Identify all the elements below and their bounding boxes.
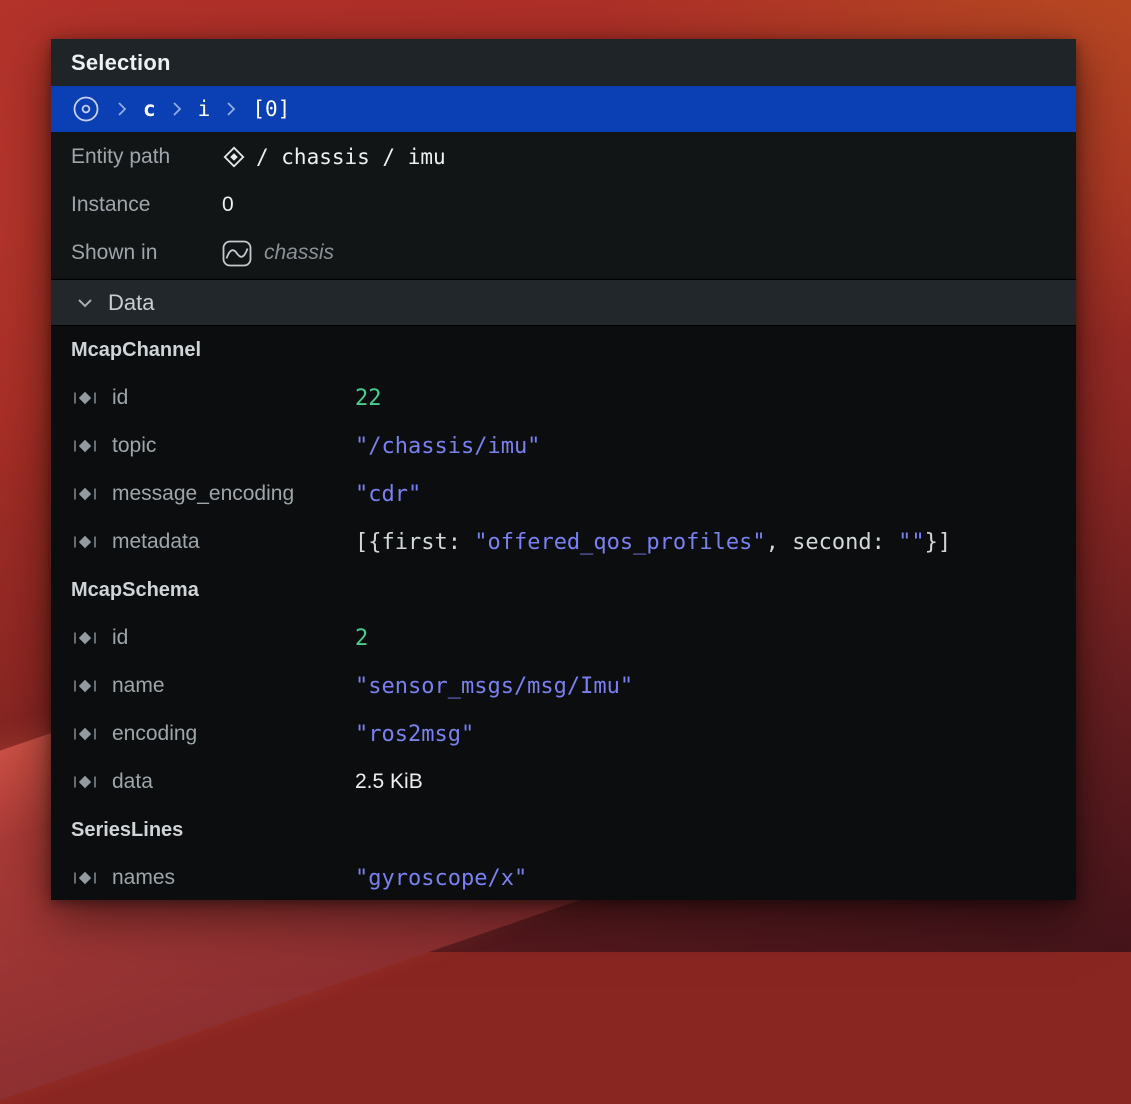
archetype-heading-mcapchannel: McapChannel [51,326,1076,374]
chevron-right-icon [116,99,128,119]
entity-path-value[interactable]: / chassis / imu [222,145,446,169]
chevron-right-icon [225,99,237,119]
field-value: 22 [355,386,382,411]
heading-text: McapSchema [71,579,199,602]
metadata-syntax: }] [925,530,952,555]
field-label: topic [112,434,355,458]
component-icon [72,386,98,410]
metadata-syntax: [{first: [355,530,474,555]
field-value: "sensor_msgs/msg/Imu" [355,674,633,699]
recording-icon[interactable] [71,94,101,124]
field-row-names: names "gyroscope/x" [51,854,1076,900]
field-label: metadata [112,530,355,554]
field-row-message-encoding: message_encoding "cdr" [51,470,1076,518]
field-row-name: name "sensor_msgs/msg/Imu" [51,662,1076,710]
field-value: "cdr" [355,482,421,507]
instance-value: 0 [222,193,234,217]
field-label: data [112,770,355,794]
panel-title: Selection [71,50,171,76]
archetype-heading-serieslines: SeriesLines [51,806,1076,854]
chevron-right-icon [171,99,183,119]
breadcrumb-item-chassis[interactable]: c [143,99,156,120]
breadcrumb: c i [0] [51,86,1076,132]
data-section-header[interactable]: Data [51,279,1076,326]
component-icon [72,482,98,506]
instance-row: Instance 0 [51,181,1076,229]
component-icon [72,866,98,890]
metadata-syntax: , second: [766,530,898,555]
field-value: "ros2msg" [355,722,474,747]
entity-path-text: / chassis / imu [256,145,446,169]
heading-text: McapChannel [71,339,201,362]
field-row-id: id 22 [51,374,1076,422]
archetype-heading-mcapschema: McapSchema [51,566,1076,614]
selection-info: Entity path / chassis / imu Instance 0 S… [51,132,1076,279]
breadcrumb-item-imu[interactable]: i [198,99,211,120]
shown-in-row: Shown in chassis [51,229,1076,277]
shown-in-view-name: chassis [264,241,334,265]
entity-diamond-icon [222,145,246,169]
field-label: id [112,386,355,410]
field-value: [{first: "offered_qos_profiles", second:… [355,530,951,555]
chevron-down-icon [76,297,94,309]
field-value: 2 [355,626,368,651]
selection-panel-header: Selection [51,39,1076,86]
field-label: message_encoding [112,482,355,506]
field-label: names [112,866,355,890]
component-icon [72,722,98,746]
field-label: name [112,674,355,698]
timeseries-view-icon [222,240,252,267]
field-value: 2.5 KiB [355,770,423,794]
field-row-encoding: encoding "ros2msg" [51,710,1076,758]
instance-label: Instance [71,193,222,217]
component-icon [72,674,98,698]
selection-panel: Selection c i [0] Entity path [51,39,1076,900]
breadcrumb-item-instance[interactable]: [0] [252,99,290,120]
component-icon [72,434,98,458]
field-row-metadata: metadata [{first: "offered_qos_profiles"… [51,518,1076,566]
entity-path-label: Entity path [71,145,222,169]
metadata-string: "offered_qos_profiles" [474,530,765,555]
field-value: "/chassis/imu" [355,434,540,459]
field-label: encoding [112,722,355,746]
data-section-content: McapChannel id 22 topic "/chassis/imu" m… [51,326,1076,900]
component-icon [72,770,98,794]
heading-text: SeriesLines [71,819,183,842]
entity-path-row: Entity path / chassis / imu [51,133,1076,181]
field-row-data: data 2.5 KiB [51,758,1076,806]
field-row-id: id 2 [51,614,1076,662]
data-section-title: Data [108,290,154,316]
field-row-topic: topic "/chassis/imu" [51,422,1076,470]
component-icon [72,626,98,650]
field-value: "gyroscope/x" [355,866,527,891]
metadata-string: "" [898,530,925,555]
shown-in-view-link[interactable]: chassis [222,240,334,267]
shown-in-label: Shown in [71,241,222,265]
field-label: id [112,626,355,650]
component-icon [72,530,98,554]
